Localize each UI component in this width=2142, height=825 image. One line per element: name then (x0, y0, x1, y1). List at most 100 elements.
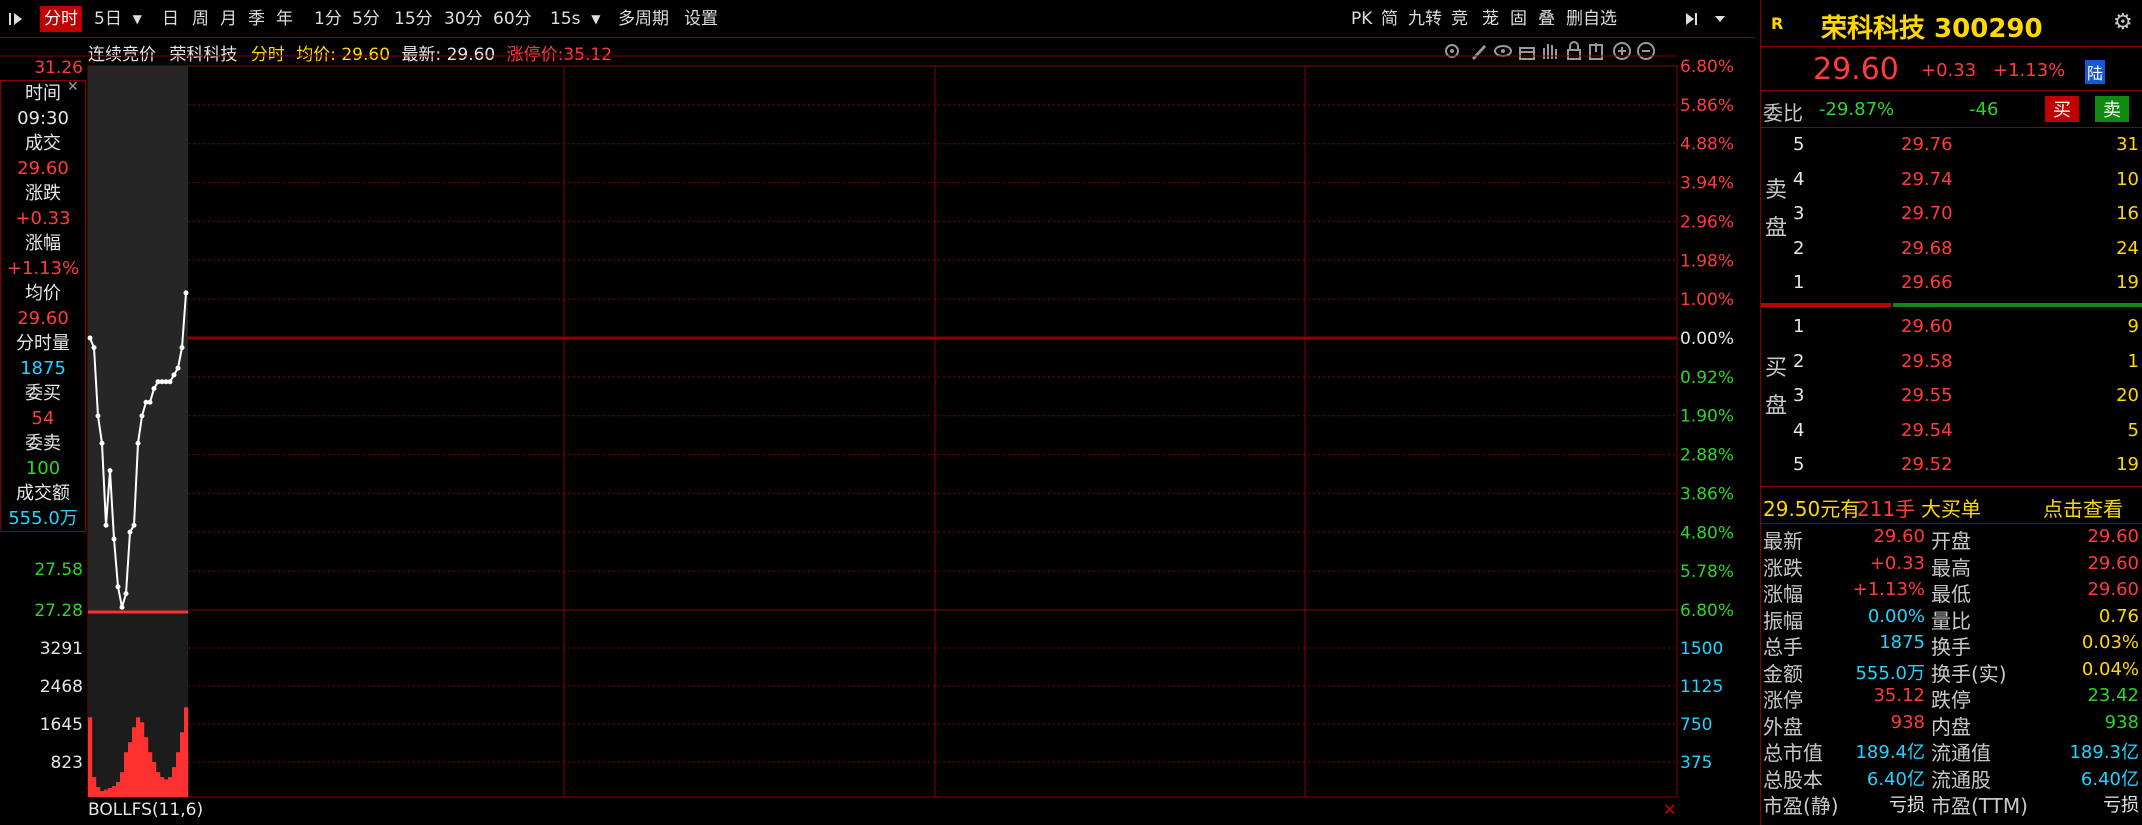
volume-axis-label: 2468 (40, 677, 83, 697)
pct-axis-label: 1.90% (1680, 407, 1734, 427)
ask-level[interactable]: 1 29.66 19 (1761, 266, 2142, 301)
volume-bar (104, 789, 109, 797)
hover-label: 委卖 (25, 433, 61, 454)
hover-value: +0.33 (15, 208, 71, 229)
pct-axis-label: 3.86% (1680, 484, 1734, 504)
stat-value: 0.76 (2098, 605, 2139, 627)
price-point (167, 379, 173, 385)
stat-row: 总市值 189.4亿 流通值 189.3亿 (1761, 736, 2142, 765)
bid-level[interactable]: 5 29.52 19 (1761, 448, 2142, 483)
stat-row: 振幅 0.00% 量比 0.76 (1761, 604, 2142, 633)
volume-bar (132, 727, 137, 797)
price-point (103, 522, 109, 528)
hover-value: 1875 (20, 358, 66, 379)
pct-axis-label: 5.86% (1680, 96, 1734, 116)
bid-level[interactable]: 1 29.60 9 (1761, 310, 2142, 345)
volume-bar (168, 777, 173, 797)
big-order-qty: 211手 (1857, 497, 1916, 521)
ask-price: 29.76 (1901, 134, 1953, 155)
price-point (123, 591, 129, 597)
pct-axis-label: 4.88% (1680, 135, 1734, 155)
ask-level[interactable]: 4 29.74 10 (1761, 163, 2142, 198)
volume-bar (116, 782, 121, 797)
ask-volume: 10 (2116, 168, 2139, 190)
price-point (95, 413, 101, 419)
close-panel-icon[interactable]: ✕ (1663, 800, 1676, 819)
volume-axis-label: 1645 (40, 715, 83, 735)
price-point (175, 365, 181, 371)
hover-label: 成交额 (16, 483, 70, 504)
pct-axis-label: 4.80% (1680, 523, 1734, 543)
volume-axis-label: 3291 (40, 639, 83, 659)
stat-value: 6.40亿 (1866, 768, 1925, 790)
bid-level[interactable]: 4 29.54 5 (1761, 414, 2142, 449)
bid-level-index: 5 (1793, 454, 1805, 475)
stat-value: +0.33 (1869, 552, 1925, 574)
bid-level-index: 2 (1793, 350, 1805, 372)
hover-label: 分时量 (16, 333, 70, 354)
price-point (179, 345, 185, 351)
ask-bid-bar-green (1893, 303, 2142, 307)
volume-bar (148, 752, 153, 797)
bid-price: 29.60 (1901, 316, 1953, 337)
bid-level-index: 4 (1793, 419, 1805, 441)
bid-price: 29.55 (1901, 385, 1953, 406)
ask-level[interactable]: 3 29.70 16 (1761, 197, 2142, 232)
close-icon[interactable]: ✕ (67, 79, 79, 95)
volume-bar (180, 732, 185, 797)
pct-axis-label: 3.94% (1680, 174, 1734, 194)
bid-price: 29.58 (1901, 350, 1953, 372)
stat-value: 亏损 (1889, 795, 1925, 816)
pct-axis-label: 0.92% (1680, 368, 1734, 388)
big-order-row[interactable]: 29.50元有 211手 大买单 点击查看 (1761, 486, 2142, 524)
volume-axis-label: 375 (1680, 753, 1712, 773)
price-point (183, 290, 189, 296)
weibi-pct: -29.87% (1819, 99, 1895, 120)
price-point (99, 440, 105, 446)
indicator-label[interactable]: BOLLFS(11,6) (88, 800, 203, 820)
price-point (107, 468, 113, 474)
weibi-row: 委比 -29.87% -46 买 卖 (1761, 91, 2142, 128)
stat-row: 涨跌 +0.33 最高 29.60 (1761, 551, 2142, 580)
stat-value: 938 (1890, 711, 1925, 733)
bid-volume: 20 (2116, 385, 2139, 406)
volume-bar (140, 722, 145, 797)
volume-bar (124, 752, 129, 797)
price-axis-top: 31.26 (34, 58, 83, 78)
ask-level[interactable]: 5 29.76 31 (1761, 128, 2142, 163)
price-axis-label: 27.58 (34, 560, 83, 580)
ask-level-index: 2 (1793, 237, 1805, 259)
current-price: 29.60 (1813, 52, 1899, 87)
volume-bar (92, 777, 97, 797)
hover-label: 均价 (25, 283, 61, 304)
intraday-chart[interactable]: 31.26 27.58 27.28 6.80% 5.86% 4.88% 3.94% 2.96%… (0, 0, 1760, 825)
hover-label: 成交 (25, 133, 61, 154)
bid-volume: 1 (2127, 350, 2139, 372)
ask-volume: 19 (2116, 272, 2139, 293)
sell-button[interactable]: 卖 (2095, 96, 2129, 122)
volume-bar (136, 717, 141, 797)
bid-level-index: 3 (1793, 385, 1805, 406)
pct-axis-label: 6.80% (1680, 601, 1734, 621)
volume-bar (184, 707, 189, 797)
price-point (119, 604, 125, 610)
stat-value: 29.60 (2087, 526, 2139, 547)
big-order-link[interactable]: 点击查看 (2043, 493, 2123, 522)
bid-level[interactable]: 2 29.58 1 (1761, 345, 2142, 380)
stat-row: 金额 555.0万 换手(实) 0.04% (1761, 657, 2142, 686)
buy-button[interactable]: 买 (2045, 96, 2079, 122)
stat-row: 涨幅 +1.13% 最低 29.60 (1761, 577, 2142, 606)
ask-level[interactable]: 2 29.68 24 (1761, 232, 2142, 267)
stat-value: 0.04% (2081, 658, 2139, 680)
pct-axis-label: 5.78% (1680, 562, 1734, 582)
hover-value: 54 (31, 408, 55, 429)
pct-axis-label: 0.00% (1680, 329, 1734, 349)
volume-bar (108, 788, 113, 797)
settings-icon[interactable]: ⚙ (2113, 10, 2133, 35)
stat-value: 29.60 (1873, 526, 1925, 547)
price-row: 29.60 +0.33 +1.13% 陆 (1761, 48, 2142, 91)
ask-price: 29.70 (1901, 203, 1953, 224)
ask-level-index: 4 (1793, 168, 1805, 190)
stat-value: 6.40亿 (2080, 768, 2139, 790)
bid-level[interactable]: 3 29.55 20 (1761, 379, 2142, 414)
